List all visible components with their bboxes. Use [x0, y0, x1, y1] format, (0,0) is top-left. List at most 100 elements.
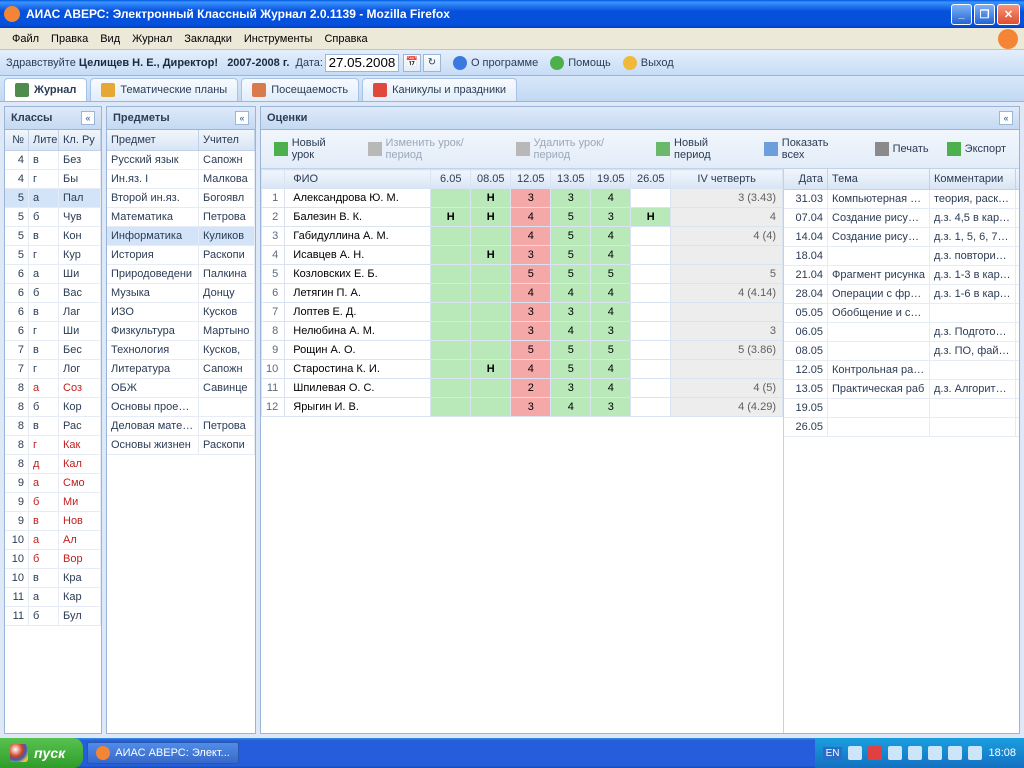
date-refresh-button[interactable]: ↻ — [423, 54, 441, 72]
class-row[interactable]: 9бМи — [5, 493, 101, 512]
lesson-row[interactable]: 05.05Обобщение и сист — [784, 304, 1019, 323]
help-link[interactable]: Помощь — [550, 56, 611, 70]
menu-bookmarks[interactable]: Закладки — [178, 31, 238, 47]
class-row[interactable]: 6гШи — [5, 322, 101, 341]
class-row[interactable]: 8гКак — [5, 436, 101, 455]
student-row[interactable]: 4Исавцев А. Н.Н354 — [262, 246, 783, 265]
subject-row[interactable]: Деловая матемаПетрова — [107, 417, 255, 436]
lesson-row[interactable]: 28.04Операции с фрагмд.з. 1-6 в карточк — [784, 285, 1019, 304]
class-row[interactable]: 10бВор — [5, 550, 101, 569]
class-row[interactable]: 4вБез — [5, 151, 101, 170]
class-row[interactable]: 5аПал — [5, 189, 101, 208]
class-row[interactable]: 10аАл — [5, 531, 101, 550]
class-row[interactable]: 11бБул — [5, 607, 101, 626]
subject-row[interactable]: Второй ин.яз.Богоявл — [107, 189, 255, 208]
class-row[interactable]: 7гЛог — [5, 360, 101, 379]
subject-row[interactable]: Основы проектн — [107, 398, 255, 417]
print-button[interactable]: Печать — [868, 139, 936, 159]
class-row[interactable]: 6бВас — [5, 284, 101, 303]
tab-plans[interactable]: Тематические планы — [90, 78, 238, 101]
edit-lesson-button[interactable]: Изменить урок/период — [361, 134, 505, 164]
student-row[interactable]: 2Балезин В. К.НН453Н4 — [262, 208, 783, 227]
lesson-row[interactable]: 13.05Практическая рабд.з. Алгоритмы ог — [784, 380, 1019, 399]
student-row[interactable]: 1Александрова Ю. М.Н3343 (3.43) — [262, 189, 783, 208]
new-period-button[interactable]: Новый период — [649, 134, 753, 164]
class-row[interactable]: 5вКон — [5, 227, 101, 246]
lesson-row[interactable]: 08.05д.з. ПО, файлы — [784, 342, 1019, 361]
classes-collapse-button[interactable]: « — [81, 111, 95, 125]
subject-row[interactable]: ОБЖСавинце — [107, 379, 255, 398]
class-row[interactable]: 8дКал — [5, 455, 101, 474]
class-row[interactable]: 5бЧув — [5, 208, 101, 227]
class-row[interactable]: 11аКар — [5, 588, 101, 607]
lesson-row[interactable]: 26.05 — [784, 418, 1019, 437]
show-all-button[interactable]: Показать всех — [757, 134, 860, 164]
tray-icon[interactable] — [928, 746, 942, 760]
menu-tools[interactable]: Инструменты — [238, 31, 319, 47]
minimize-button[interactable]: _ — [951, 4, 972, 25]
about-link[interactable]: О программе — [453, 56, 538, 70]
lesson-row[interactable]: 31.03Компьютерная гратеория, раскраши — [784, 190, 1019, 209]
class-row[interactable]: 8аСоз — [5, 379, 101, 398]
tray-icon[interactable] — [888, 746, 902, 760]
class-row[interactable]: 9вНов — [5, 512, 101, 531]
student-row[interactable]: 8Нелюбина А. М.3433 — [262, 322, 783, 341]
tab-journal[interactable]: Журнал — [4, 78, 87, 101]
class-row[interactable]: 9аСмо — [5, 474, 101, 493]
subject-row[interactable]: ЛитератураСапожн — [107, 360, 255, 379]
subject-row[interactable]: ИЗОКусков — [107, 303, 255, 322]
student-row[interactable]: 7Лоптев Е. Д.334 — [262, 303, 783, 322]
tray-icon[interactable] — [908, 746, 922, 760]
student-row[interactable]: 9Рощин А. О.5555 (3.86) — [262, 341, 783, 360]
exit-link[interactable]: Выход — [623, 56, 674, 70]
lesson-row[interactable]: 21.04Фрагмент рисункад.з. 1-3 в карточк — [784, 266, 1019, 285]
class-row[interactable]: 6вЛаг — [5, 303, 101, 322]
subject-row[interactable]: МузыкаДонцу — [107, 284, 255, 303]
subject-row[interactable]: ПриродоведениПалкина — [107, 265, 255, 284]
system-tray[interactable]: EN 18:08 — [815, 738, 1024, 768]
subjects-grid-body[interactable]: Русский языкСапожнИн.яз. IМалковаВторой … — [107, 151, 255, 733]
student-row[interactable]: 5Козловских Е. Б.5555 — [262, 265, 783, 284]
class-row[interactable]: 8бКор — [5, 398, 101, 417]
start-button[interactable]: пуск — [0, 738, 83, 768]
lesson-row[interactable]: 19.05 — [784, 399, 1019, 418]
subject-row[interactable]: Ин.яз. IМалкова — [107, 170, 255, 189]
language-indicator[interactable]: EN — [823, 747, 843, 760]
subject-row[interactable]: Русский языкСапожн — [107, 151, 255, 170]
date-input[interactable] — [325, 54, 399, 72]
student-row[interactable]: 6Летягин П. А.4444 (4.14) — [262, 284, 783, 303]
tab-attendance[interactable]: Посещаемость — [241, 78, 359, 101]
date-picker-button[interactable]: 📅 — [403, 54, 421, 72]
lesson-row[interactable]: 14.04Создание рисункод.з. 1, 5, 6, 7 в к… — [784, 228, 1019, 247]
maximize-button[interactable]: ❐ — [974, 4, 995, 25]
delete-lesson-button[interactable]: Удалить урок/период — [509, 134, 646, 164]
new-lesson-button[interactable]: Новый урок — [267, 134, 357, 164]
roster-grid[interactable]: ФИО6.0508.0512.0513.0519.0526.05IV четве… — [261, 169, 784, 733]
grades-collapse-button[interactable]: « — [999, 111, 1013, 125]
export-button[interactable]: Экспорт — [940, 139, 1013, 159]
lesson-row[interactable]: 18.04д.з. повторить те — [784, 247, 1019, 266]
tray-icon[interactable] — [868, 746, 882, 760]
subject-row[interactable]: ИнформатикаКуликов — [107, 227, 255, 246]
subject-row[interactable]: ИсторияРаскопи — [107, 246, 255, 265]
lesson-row[interactable]: 12.05Контрольная рабо — [784, 361, 1019, 380]
subject-row[interactable]: ФизкультураМартыно — [107, 322, 255, 341]
student-row[interactable]: 11Шпилевая О. С.2344 (5) — [262, 379, 783, 398]
clock[interactable]: 18:08 — [988, 747, 1016, 759]
class-row[interactable]: 8вРас — [5, 417, 101, 436]
menu-view[interactable]: Вид — [94, 31, 126, 47]
subject-row[interactable]: ТехнологияКусков, — [107, 341, 255, 360]
class-row[interactable]: 6аШи — [5, 265, 101, 284]
menu-edit[interactable]: Правка — [45, 31, 94, 47]
taskbar-item-firefox[interactable]: АИАС АВЕРС: Элект... — [87, 742, 239, 764]
lessons-grid[interactable]: Дата Тема Комментарии 31.03Компьютерная … — [784, 169, 1019, 733]
student-row[interactable]: 12Ярыгин И. В.3434 (4.29) — [262, 398, 783, 417]
lesson-row[interactable]: 07.04Создание рисункод.з. 4,5 в карточк — [784, 209, 1019, 228]
class-row[interactable]: 4гБы — [5, 170, 101, 189]
student-row[interactable]: 3Габидуллина А. М.4544 (4) — [262, 227, 783, 246]
class-row[interactable]: 5гКур — [5, 246, 101, 265]
close-button[interactable]: ✕ — [997, 4, 1020, 25]
tab-holidays[interactable]: Каникулы и праздники — [362, 78, 517, 101]
menu-help[interactable]: Справка — [318, 31, 373, 47]
class-row[interactable]: 10вКра — [5, 569, 101, 588]
